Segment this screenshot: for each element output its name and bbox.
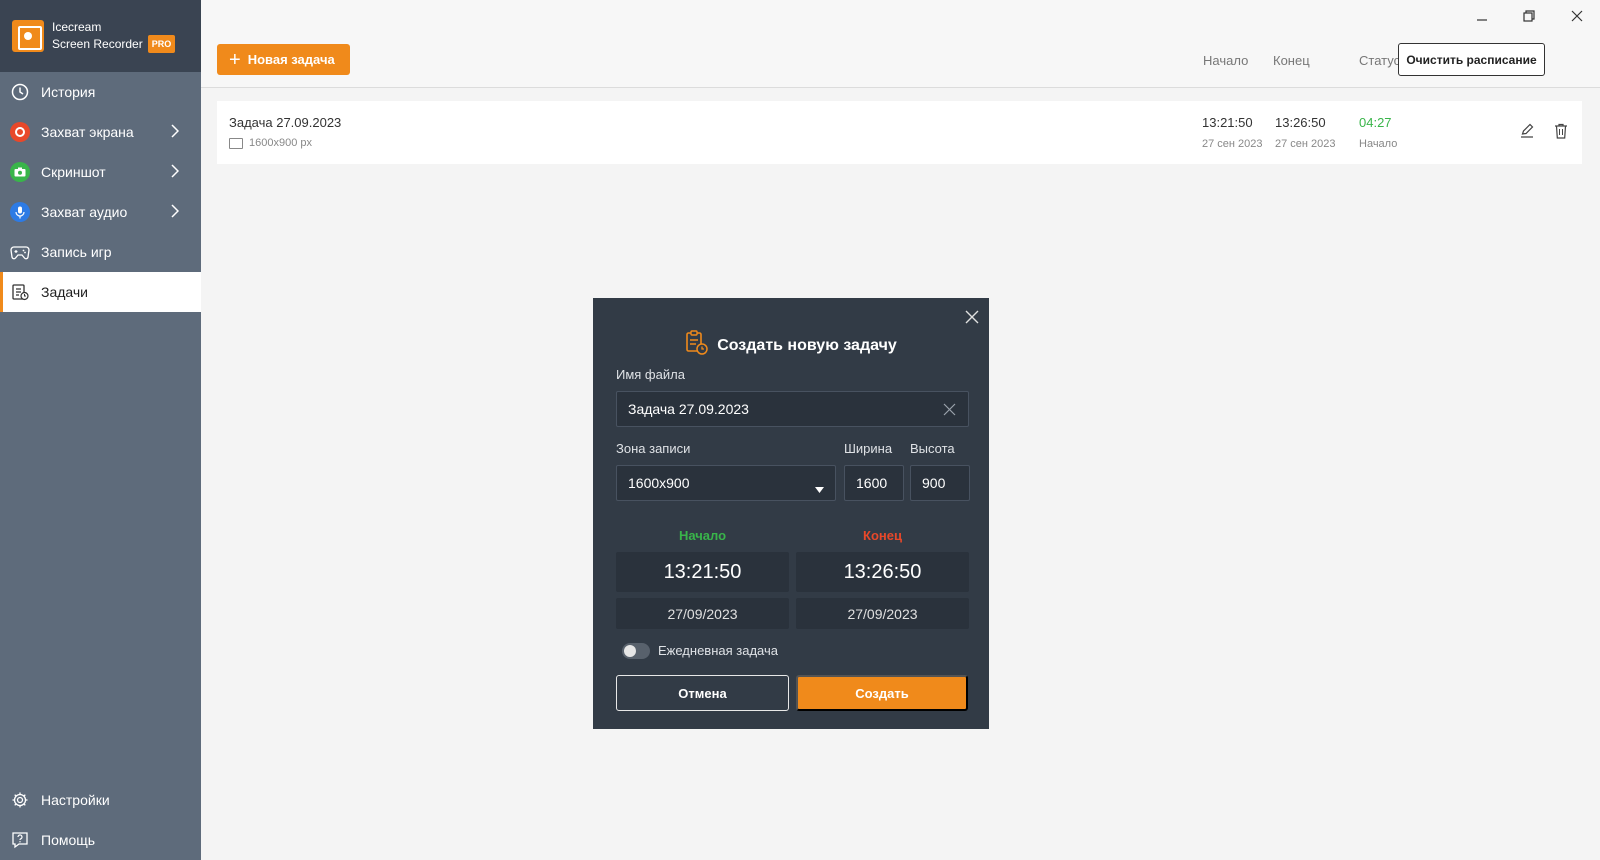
camera-icon <box>10 162 30 182</box>
close-window-icon[interactable] <box>1565 6 1589 26</box>
column-header-end[interactable]: Конец <box>1273 53 1310 68</box>
sidebar-item-label: Помощь <box>41 832 96 848</box>
sidebar-item-label: Захват аудио <box>41 204 128 220</box>
sidebar-item-label: Настройки <box>41 792 110 808</box>
sidebar: Icecream Screen Recorder PRO История Захв… <box>0 0 201 860</box>
chevron-right-icon <box>171 164 180 181</box>
start-label: Начало <box>678 528 727 543</box>
new-task-label: Новая задача <box>247 52 335 67</box>
record-icon <box>10 122 30 142</box>
task-resolution: 1600x900 px <box>229 137 312 149</box>
task-status-time: 04:27 <box>1359 115 1392 130</box>
close-icon[interactable] <box>965 310 979 329</box>
sidebar-item-label: История <box>41 84 96 100</box>
sidebar-item-screen-capture[interactable]: Захват экрана <box>0 112 201 152</box>
zone-value: 1600x900 <box>628 475 690 491</box>
sidebar-bottom-nav: Настройки Помощь <box>0 780 201 860</box>
sidebar-item-label: Скриншот <box>41 164 106 180</box>
chevron-right-icon <box>171 204 180 221</box>
sidebar-item-tasks[interactable]: Задачи <box>0 272 201 312</box>
brand-line2: Screen Recorder <box>52 37 143 51</box>
height-value: 900 <box>922 475 946 491</box>
trash-icon[interactable] <box>1554 123 1568 144</box>
minimize-icon[interactable] <box>1470 6 1494 26</box>
microphone-icon <box>10 202 30 222</box>
create-button[interactable]: Создать <box>796 675 968 711</box>
height-input[interactable]: 900 <box>910 465 970 501</box>
task-status-label: Начало <box>1359 138 1398 150</box>
pro-badge: PRO <box>147 35 176 53</box>
sidebar-item-screenshot[interactable]: Скриншот <box>0 152 201 192</box>
dropdown-arrow-icon <box>815 480 824 496</box>
gamepad-icon <box>10 242 30 262</box>
chevron-right-icon <box>171 124 180 141</box>
dialog-title: Создать новую задачу <box>593 330 989 361</box>
restore-icon[interactable] <box>1517 6 1541 26</box>
sidebar-nav: История Захват экрана Скриншот Захват ау… <box>0 72 201 312</box>
end-time-input[interactable]: 13:26:50 <box>796 552 969 592</box>
clear-schedule-button[interactable]: Очистить расписание <box>1398 43 1545 76</box>
new-task-button[interactable]: + Новая задача <box>217 44 350 75</box>
toolbar: + Новая задача Начало Конец Статус Очист… <box>201 0 1600 88</box>
task-start-time: 13:21:50 <box>1202 115 1253 130</box>
sidebar-item-settings[interactable]: Настройки <box>0 780 201 820</box>
edit-icon[interactable] <box>1519 123 1535 144</box>
brand-line1: Icecream <box>52 20 102 34</box>
daily-task-toggle[interactable] <box>622 643 650 659</box>
table-row[interactable]: Задача 27.09.2023 1600x900 px 13:21:50 2… <box>217 101 1582 164</box>
plus-icon: + <box>229 48 241 71</box>
brand-text: Icecream Screen Recorder PRO <box>52 19 176 53</box>
task-icon <box>10 282 30 302</box>
task-start-date: 27 сен 2023 <box>1202 138 1263 150</box>
new-task-dialog: Создать новую задачу Имя файла Задача 27… <box>593 298 989 729</box>
zone-select[interactable]: 1600x900 <box>616 465 836 501</box>
width-input[interactable]: 1600 <box>844 465 904 501</box>
monitor-icon <box>229 137 243 149</box>
start-date-input[interactable]: 27/09/2023 <box>616 598 789 629</box>
column-header-status[interactable]: Статус <box>1359 53 1400 68</box>
end-label: Конец <box>863 528 902 543</box>
clear-input-icon[interactable] <box>943 403 956 419</box>
sidebar-item-history[interactable]: История <box>0 72 201 112</box>
start-time-input[interactable]: 13:21:50 <box>616 552 789 592</box>
height-label: Высота <box>910 441 955 456</box>
sidebar-item-audio-capture[interactable]: Захват аудио <box>0 192 201 232</box>
sidebar-item-label: Задачи <box>41 284 89 300</box>
filename-value: Задача 27.09.2023 <box>628 401 749 417</box>
width-value: 1600 <box>856 475 888 491</box>
zone-label: Зона записи <box>616 441 691 456</box>
gear-icon <box>10 790 30 810</box>
app-logo-icon <box>12 20 44 52</box>
sidebar-item-label: Захват экрана <box>41 124 134 140</box>
clock-icon <box>10 82 30 102</box>
task-end-time: 13:26:50 <box>1275 115 1326 130</box>
sidebar-item-label: Запись игр <box>41 244 112 260</box>
task-resolution-text: 1600x900 px <box>249 137 312 149</box>
sidebar-item-game-recording[interactable]: Запись игр <box>0 232 201 272</box>
filename-label: Имя файла <box>616 367 685 382</box>
brand: Icecream Screen Recorder PRO <box>0 0 201 72</box>
daily-task-label: Ежедневная задача <box>658 643 778 658</box>
cancel-button[interactable]: Отмена <box>616 675 789 711</box>
dialog-title-text: Создать новую задачу <box>717 336 897 354</box>
column-header-start[interactable]: Начало <box>1203 53 1248 68</box>
end-date-input[interactable]: 27/09/2023 <box>796 598 969 629</box>
width-label: Ширина <box>844 441 893 456</box>
task-icon <box>685 330 717 361</box>
sidebar-item-help[interactable]: Помощь <box>0 820 201 860</box>
filename-input[interactable]: Задача 27.09.2023 <box>616 391 969 427</box>
help-icon <box>10 830 30 850</box>
task-end-date: 27 сен 2023 <box>1275 138 1336 150</box>
task-name: Задача 27.09.2023 <box>229 115 342 130</box>
